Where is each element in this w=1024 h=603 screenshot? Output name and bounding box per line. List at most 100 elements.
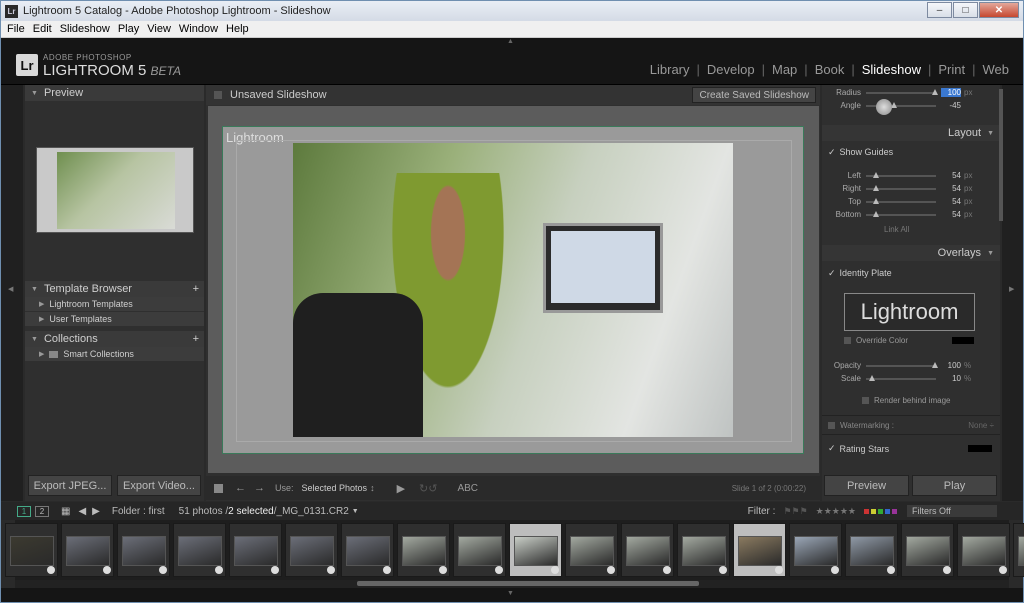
- menu-help[interactable]: Help: [226, 23, 249, 35]
- guide-bottom-slider[interactable]: Bottom 54 px: [822, 208, 1000, 221]
- menu-slideshow[interactable]: Slideshow: [60, 23, 110, 35]
- filmstrip-thumbnail[interactable]: [621, 523, 674, 577]
- star-filter[interactable]: ★★★★★: [816, 506, 856, 517]
- stop-icon[interactable]: [214, 483, 223, 493]
- slider-thumb-icon[interactable]: [932, 361, 938, 368]
- angle-slider[interactable]: Angle -45: [822, 99, 1000, 112]
- filmstrip-thumbnail[interactable]: [957, 523, 1010, 577]
- angle-dial-icon[interactable]: [876, 99, 892, 115]
- override-color-checkbox[interactable]: Override Color: [844, 336, 974, 345]
- radius-slider[interactable]: Radius 100 px: [822, 86, 1000, 99]
- filmstrip-thumbnail[interactable]: [61, 523, 114, 577]
- menu-play[interactable]: Play: [118, 23, 139, 35]
- collapse-bottom-arrow-icon[interactable]: ▼: [507, 590, 514, 597]
- preview-button[interactable]: Preview: [824, 475, 909, 496]
- next-arrow-icon[interactable]: →: [254, 482, 265, 494]
- collapse-top-arrow-icon[interactable]: ▲: [507, 38, 514, 45]
- module-develop[interactable]: Develop: [707, 62, 755, 77]
- filmstrip-thumbnail[interactable]: [901, 523, 954, 577]
- layout-header[interactable]: Layout ▼: [822, 125, 1000, 141]
- color-label-red[interactable]: [864, 508, 869, 514]
- filmstrip-thumbnail[interactable]: [341, 523, 394, 577]
- module-book[interactable]: Book: [815, 62, 845, 77]
- color-label-yellow[interactable]: [871, 508, 876, 514]
- maximize-button[interactable]: □: [953, 2, 978, 18]
- show-guides-checkbox[interactable]: ✓ Show Guides: [828, 147, 893, 158]
- slider-value[interactable]: 100: [941, 361, 961, 370]
- add-text-button[interactable]: ABC: [457, 483, 478, 494]
- slider-value[interactable]: 10: [941, 374, 961, 383]
- filmstrip-thumbnail[interactable]: [565, 523, 618, 577]
- link-all-checkbox[interactable]: Link All: [884, 225, 909, 234]
- color-label-purple[interactable]: [892, 508, 897, 514]
- flag-filter-icon[interactable]: ⚑⚑⚑: [783, 506, 807, 517]
- color-label-green[interactable]: [878, 508, 883, 514]
- filmstrip-thumbnail[interactable]: [397, 523, 450, 577]
- module-library[interactable]: Library: [650, 62, 690, 77]
- export-video-button[interactable]: Export Video...: [117, 475, 201, 496]
- guide-left-slider[interactable]: Left 54 px: [822, 169, 1000, 182]
- collections-header[interactable]: ▼ Collections +: [25, 331, 204, 347]
- slider-value[interactable]: 54: [941, 184, 961, 193]
- preview-header[interactable]: ▼ Preview: [25, 85, 204, 101]
- filmstrip-thumbnail[interactable]: [789, 523, 842, 577]
- menu-edit[interactable]: Edit: [33, 23, 52, 35]
- filmstrip-thumbnail[interactable]: [1013, 523, 1024, 577]
- menu-view[interactable]: View: [147, 23, 171, 35]
- menu-window[interactable]: Window: [179, 23, 218, 35]
- slider-track[interactable]: [866, 361, 938, 368]
- slider-thumb-icon[interactable]: [932, 88, 938, 95]
- guide-top-slider[interactable]: Top 54 px: [822, 195, 1000, 208]
- identity-plate-editor[interactable]: Lightroom: [844, 293, 975, 331]
- slider-track[interactable]: [866, 210, 936, 217]
- grid-icon[interactable]: ▦: [61, 506, 70, 517]
- slider-track[interactable]: [866, 184, 936, 191]
- filmstrip-thumbnail[interactable]: [173, 523, 226, 577]
- window1-button[interactable]: 1: [17, 505, 31, 517]
- overlays-header[interactable]: Overlays ▼: [822, 245, 1000, 261]
- window2-button[interactable]: 2: [35, 505, 49, 517]
- filmstrip-thumbnail[interactable]: [733, 523, 786, 577]
- template-browser-header[interactable]: ▼ Template Browser +: [25, 281, 204, 297]
- filmstrip-thumbnail[interactable]: [453, 523, 506, 577]
- slider-value[interactable]: 54: [941, 210, 961, 219]
- close-button[interactable]: ✕: [979, 2, 1019, 18]
- filmstrip-thumbnail[interactable]: [509, 523, 562, 577]
- color-label-blue[interactable]: [885, 508, 890, 514]
- slider-track[interactable]: [866, 88, 938, 95]
- filter-preset-select[interactable]: Filters Off: [907, 505, 997, 517]
- opacity-slider[interactable]: Opacity 100%: [822, 359, 1000, 372]
- template-folder[interactable]: ▶ Lightroom Templates: [25, 297, 204, 311]
- guide-right-slider[interactable]: Right 54 px: [822, 182, 1000, 195]
- panel-scrollbar[interactable]: [999, 89, 1003, 221]
- slider-thumb-icon[interactable]: [869, 374, 876, 381]
- collapse-right-arrow-icon[interactable]: ▶: [1009, 285, 1014, 293]
- slider-thumb-icon[interactable]: [872, 171, 879, 178]
- slide-photo[interactable]: [293, 143, 733, 437]
- slider-value[interactable]: 100: [941, 88, 961, 97]
- collection-item[interactable]: ▶ Smart Collections: [25, 347, 204, 361]
- forward-arrow-icon[interactable]: ▶: [92, 506, 100, 517]
- slider-value[interactable]: -45: [941, 101, 961, 110]
- filmstrip-thumbnail[interactable]: [677, 523, 730, 577]
- color-swatch[interactable]: [968, 445, 992, 452]
- rating-stars-checkbox[interactable]: ✓ Rating Stars: [828, 443, 992, 454]
- module-slideshow[interactable]: Slideshow: [862, 62, 921, 77]
- previous-arrow-icon[interactable]: ←: [235, 482, 246, 494]
- slider-thumb-icon[interactable]: [872, 210, 879, 217]
- collapse-left-arrow-icon[interactable]: ◀: [8, 285, 13, 293]
- slider-thumb-icon[interactable]: [872, 197, 879, 204]
- slider-track[interactable]: [866, 171, 936, 178]
- filmstrip-thumbnail[interactable]: [229, 523, 282, 577]
- module-print[interactable]: Print: [938, 62, 965, 77]
- folder-source[interactable]: Folder : first: [112, 506, 165, 517]
- watermarking-row[interactable]: Watermarking : None ÷: [822, 415, 1000, 435]
- menu-file[interactable]: File: [7, 23, 25, 35]
- back-arrow-icon[interactable]: ◀: [78, 506, 86, 517]
- create-saved-slideshow-button[interactable]: Create Saved Slideshow: [692, 87, 816, 103]
- add-collection-icon[interactable]: +: [193, 333, 199, 345]
- use-select[interactable]: Selected Photos: [302, 483, 368, 493]
- play-icon[interactable]: ▶: [397, 482, 405, 495]
- render-behind-checkbox[interactable]: Render behind image: [862, 396, 951, 405]
- watermark-select[interactable]: None ÷: [968, 421, 994, 430]
